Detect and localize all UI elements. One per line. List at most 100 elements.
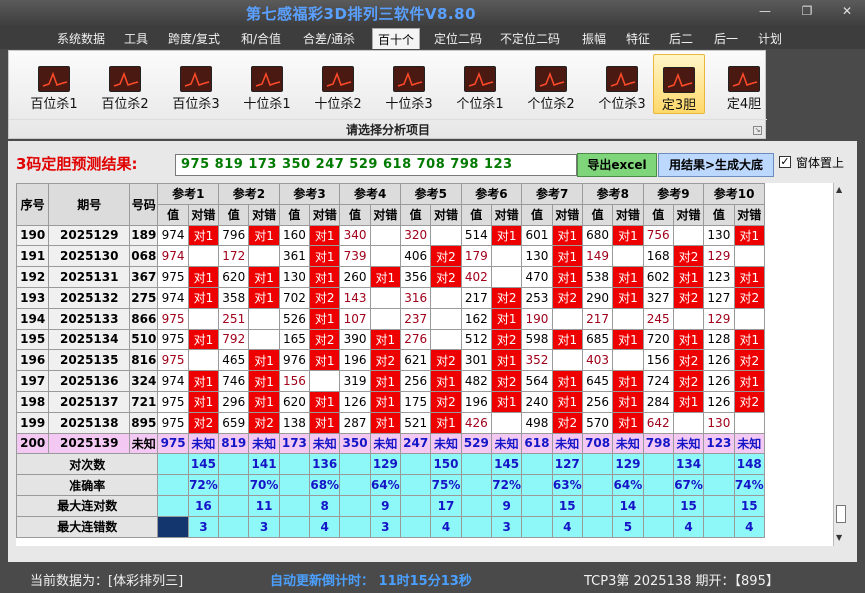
stat-spacer	[642, 494, 674, 517]
col-value: 值	[703, 203, 735, 226]
menu-item[interactable]: 特征	[626, 30, 650, 47]
menu-item[interactable]: 工具	[124, 30, 148, 47]
ref-value: 168	[642, 245, 674, 268]
ref-result: 对2	[733, 390, 766, 413]
ribbon-button[interactable]: 百位杀3	[163, 54, 229, 114]
stat-spacer	[581, 515, 614, 538]
ref-result	[309, 370, 341, 392]
stat-spacer	[157, 474, 189, 496]
row-code: 未知	[129, 432, 159, 455]
ribbon-button[interactable]: 百位杀1	[21, 54, 87, 114]
pin-checkbox[interactable]: ✓	[779, 156, 791, 168]
ref-value: 276	[400, 328, 432, 351]
row-issue: 2025135	[48, 349, 131, 372]
stat-spacer	[581, 453, 614, 476]
ref-value: 798	[642, 432, 674, 455]
ref-value: 746	[218, 370, 250, 392]
export-excel-button[interactable]: 导出excel	[577, 153, 657, 177]
trend-chart-icon	[180, 66, 212, 92]
menu-item[interactable]: 系统数据	[57, 30, 105, 47]
ref-result	[248, 307, 280, 330]
table-row[interactable]: 193 2025132 275 974 对1 358 对1 702 对2 143 316 217 对2 2…	[16, 286, 766, 309]
stat-value: 70%	[248, 474, 280, 496]
row-issue: 2025134	[48, 328, 131, 351]
table-row[interactable]: 190 2025129 189 974 对1 796 对1 160 对1 340 320 514 对1 6…	[16, 224, 766, 247]
ribbon-launcher-icon[interactable]: ↘	[753, 126, 762, 135]
ribbon-button[interactable]: 十位杀3	[376, 54, 442, 114]
ref-value: 975	[157, 432, 189, 455]
ref-result	[248, 245, 280, 268]
ref-result	[612, 349, 644, 372]
table-row[interactable]: 199 2025138 895 975 对2 659 对2 138 对1 287 对1 521 对1 42…	[16, 411, 766, 434]
stat-value: 15	[672, 494, 705, 517]
ref-result: 对2	[551, 286, 583, 309]
ref-result: 对1	[733, 266, 766, 288]
stat-spacer	[642, 515, 674, 538]
menu-item[interactable]: 定位二码	[434, 30, 482, 47]
col-result: 对错	[551, 203, 583, 226]
minimize-button[interactable]: —	[750, 2, 780, 20]
ref-value: 406	[400, 245, 432, 268]
stat-value: 4	[672, 515, 705, 538]
ref-result: 对2	[672, 370, 705, 392]
pin-label: 窗体置上	[796, 156, 845, 170]
main-content: 3码定胆预测结果: 975 819 173 350 247 529 618 70…	[8, 141, 857, 562]
scroll-down-icon[interactable]: ▼	[836, 533, 842, 542]
menu-item[interactable]: 和/合值	[241, 30, 281, 47]
scroll-thumb[interactable]	[836, 505, 846, 523]
menu-item[interactable]: 后二	[669, 30, 693, 47]
ribbon-button[interactable]: 个位杀3	[589, 54, 655, 114]
ribbon-button[interactable]: 定4胆	[718, 54, 770, 114]
table-row[interactable]: 196 2025135 816 975 465 对1 976 对1 196 对2 621 对2 301 对…	[16, 349, 766, 372]
ribbon-button[interactable]: 定3胆	[653, 54, 705, 114]
ref-result: 对1	[187, 370, 220, 392]
menu-item[interactable]: 百十个	[372, 28, 421, 49]
menu-item[interactable]: 后一	[714, 30, 738, 47]
ribbon-button-label: 百位杀3	[172, 97, 220, 112]
scroll-up-icon[interactable]: ▲	[836, 185, 842, 194]
menu-item[interactable]: 振幅	[582, 30, 606, 47]
ref-result: 对2	[430, 390, 462, 413]
ribbon-button[interactable]: 个位杀1	[447, 54, 513, 114]
ref-value: 123	[703, 432, 735, 455]
row-issue: 2025132	[48, 286, 131, 309]
menu-item[interactable]: 计划	[758, 30, 782, 47]
close-button[interactable]: ✕	[832, 2, 862, 20]
ref-value: 143	[339, 286, 371, 309]
ribbon-button[interactable]: 百位杀2	[92, 54, 158, 114]
ref-result	[672, 411, 705, 434]
ref-value: 129	[703, 307, 735, 330]
col-value: 值	[521, 203, 553, 226]
stat-spacer	[460, 515, 492, 538]
table-row[interactable]: 198 2025137 721 975 对1 296 对1 620 对1 126 对1 175 对2 19…	[16, 390, 766, 413]
menu-item[interactable]: 合差/通杀	[303, 30, 355, 47]
table-row[interactable]: 197 2025136 324 974 对1 746 对1 156 319 对1 256 对1 482 对…	[16, 370, 766, 392]
ref-value: 620	[218, 266, 250, 288]
menu-item[interactable]: 不定位二码	[500, 30, 560, 47]
ref-value: 975	[157, 411, 189, 434]
col-result: 对错	[187, 203, 220, 226]
table-row[interactable]: 195 2025134 510 975 对1 792 165 对2 390 对1 276 512 对2 5…	[16, 328, 766, 351]
col-result: 对错	[248, 203, 280, 226]
ref-result	[369, 245, 402, 268]
menu-item[interactable]: 跨度/复式	[168, 30, 220, 47]
ref-result: 对1	[612, 286, 644, 309]
table-row[interactable]: 192 2025131 367 975 对1 620 对1 130 对1 260 对1 356 对2 40…	[16, 266, 766, 288]
stat-value: 75%	[430, 474, 462, 496]
col-value: 值	[400, 203, 432, 226]
ref-value: 361	[278, 245, 311, 268]
ribbon-button[interactable]: 十位杀1	[234, 54, 300, 114]
result-field[interactable]: 975 819 173 350 247 529 618 708 798 123	[175, 154, 577, 176]
ref-value: 128	[703, 328, 735, 351]
vertical-scrollbar[interactable]: ▲ ▼	[833, 183, 848, 546]
table-row[interactable]: 194 2025133 866 975 251 526 对1 107 237 162 对1 190 21…	[16, 307, 766, 330]
ref-value: 287	[339, 411, 371, 434]
ref-result: 对2	[490, 286, 523, 309]
ribbon-button[interactable]: 个位杀2	[518, 54, 584, 114]
ribbon-button[interactable]: 十位杀2	[305, 54, 371, 114]
maximize-button[interactable]: ❐	[792, 2, 822, 20]
table-row[interactable]: 191 2025130 068 974 172 361 对1 739 406 对2 179 130 对1…	[16, 245, 766, 268]
ref-result: 对1	[733, 370, 766, 392]
table-row-current[interactable]: 200 2025139 未知 975 未知 819 未知 173 未知 350 未知 247 未知 529…	[16, 432, 766, 455]
generate-base-button[interactable]: 用结果>生成大底	[658, 153, 774, 177]
